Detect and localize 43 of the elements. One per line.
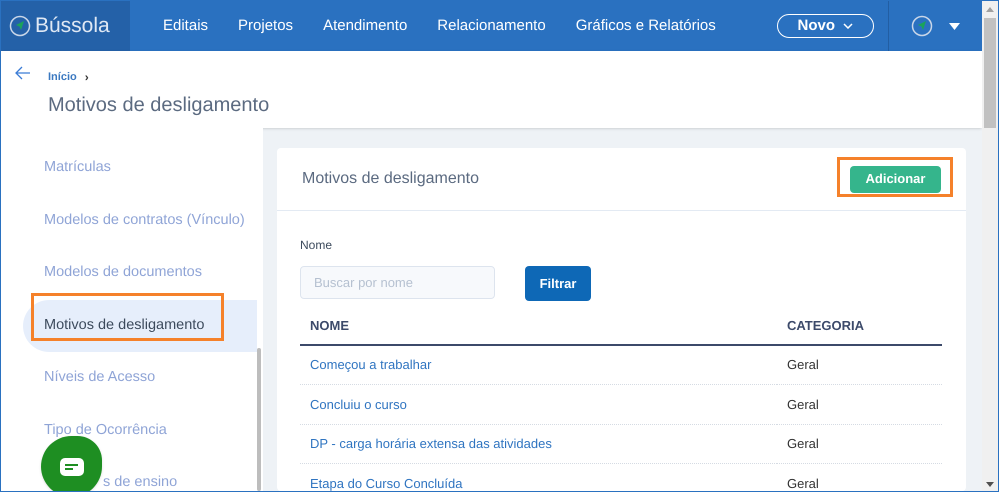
user-avatar[interactable] <box>911 15 933 37</box>
sidebar-item[interactable]: Motivos de desligamento <box>23 300 257 352</box>
add-button[interactable]: Adicionar <box>850 166 941 192</box>
search-field[interactable]: Buscar por nome <box>300 266 495 298</box>
brand-logo[interactable]: Bússola <box>1 1 130 51</box>
nav-link[interactable]: Relacionamento <box>437 14 546 38</box>
nav-link[interactable]: Projetos <box>238 14 294 38</box>
table-cell: Geral <box>777 464 942 491</box>
sidebar-item[interactable]: Matrículas <box>23 142 263 194</box>
new-button[interactable]: Novo <box>776 14 874 38</box>
caret-down-icon[interactable] <box>949 22 960 30</box>
sidebar-item[interactable]: s de ensino <box>23 457 263 491</box>
sidebar-item[interactable]: Níveis de Acesso <box>23 352 263 404</box>
compass-icon <box>911 15 933 37</box>
brand-name: Bússola <box>35 13 110 40</box>
table-cell: Geral <box>777 384 942 424</box>
table-cell: Geral <box>777 345 942 384</box>
name-link[interactable]: Começou a trabalhar <box>300 345 777 384</box>
sidebar-item[interactable]: Tipo de Ocorrência <box>23 404 263 457</box>
name-label: Nome <box>300 238 332 252</box>
name-link[interactable]: Etapa do Curso Concluída <box>300 464 777 491</box>
nav-link[interactable]: Atendimento <box>323 14 408 38</box>
sidebar-item[interactable]: Modelos de documentos <box>23 247 263 300</box>
scroll-up-icon[interactable] <box>986 7 994 12</box>
back-arrow-icon[interactable] <box>15 66 31 80</box>
name-link[interactable]: DP - carga horária extensa das atividades <box>300 424 777 464</box>
nav-link[interactable]: Editais <box>163 14 208 38</box>
column-header: NOME <box>300 307 777 345</box>
page-title: Motivos de desligamento <box>48 93 270 118</box>
scroll-thumb[interactable] <box>984 18 996 128</box>
compass-icon <box>9 15 31 37</box>
chat-icon <box>60 458 84 476</box>
breadcrumb-separator: › <box>84 69 89 86</box>
filter-button[interactable]: Filtrar <box>525 266 591 301</box>
nav-link[interactable]: Gráficos e Relatórios <box>576 14 716 38</box>
card-title: Motivos de desligamento <box>302 169 479 189</box>
column-header: CATEGORIA <box>777 307 942 345</box>
chevron-down-icon <box>843 23 853 29</box>
sidebar-item[interactable]: Modelos de contratos (Vínculo) <box>23 194 263 247</box>
name-link[interactable]: Concluiu o curso <box>300 384 777 424</box>
table-cell: Geral <box>777 424 942 464</box>
scroll-down-icon[interactable] <box>986 482 994 487</box>
breadcrumb-link[interactable]: Início <box>48 68 77 86</box>
